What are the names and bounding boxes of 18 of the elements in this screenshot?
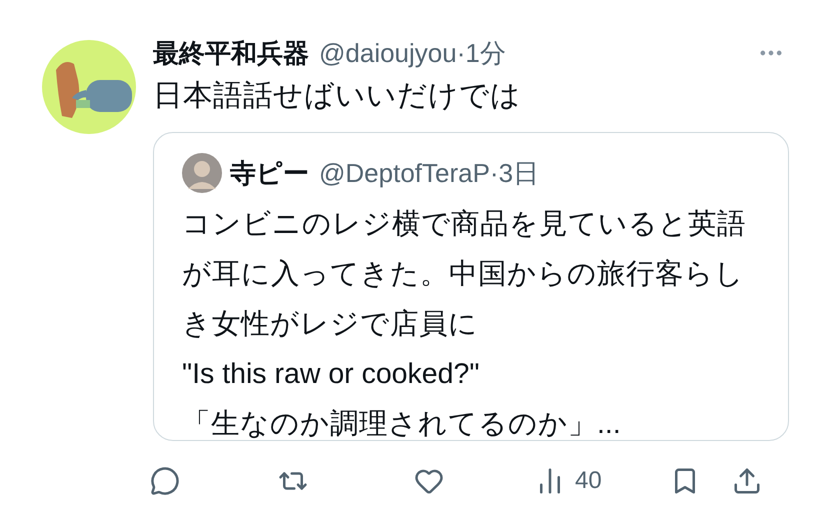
quoted-post-text: 「生なのか調理されてるのか」... <box>182 407 622 442</box>
quoted-post-card[interactable]: 寺ピー @DeptofTeraP·3日 コンビニのレジ横で商品を見ていると英語が耳に入ってきた。中国からの旅行客らしき女性がレジで店員に "Is this raw or cooked?" 「生なのか調理されてるのか」... <box>153 132 789 441</box>
avatar-icon[interactable] <box>42 40 136 134</box>
post-time[interactable]: ·1分 <box>456 34 506 72</box>
quoted-post-text: コンビニのレジ横で商品を見ていると英語が耳に入ってきた。中国からの旅行客らしき女性がレジで店員に <box>182 207 747 342</box>
quoted-avatar-icon <box>182 153 222 193</box>
quoted-post-time: ·3日 <box>490 156 540 190</box>
views-button[interactable]: 40 <box>535 463 602 499</box>
share-icon <box>732 466 762 496</box>
reply-button[interactable] <box>150 466 180 496</box>
quoted-post-text: "Is this raw or cooked?" <box>182 357 480 392</box>
share-button[interactable] <box>732 466 762 496</box>
quoted-author-handle: @DeptofTeraP <box>319 156 490 190</box>
author-handle[interactable]: @daioujyou <box>319 34 457 72</box>
reply-icon <box>150 466 180 496</box>
post-text: 日本語話せばいいだけでは <box>153 78 522 114</box>
author-name[interactable]: 最終平和兵器 <box>153 34 309 72</box>
quoted-author-name: 寺ピー <box>230 156 309 190</box>
